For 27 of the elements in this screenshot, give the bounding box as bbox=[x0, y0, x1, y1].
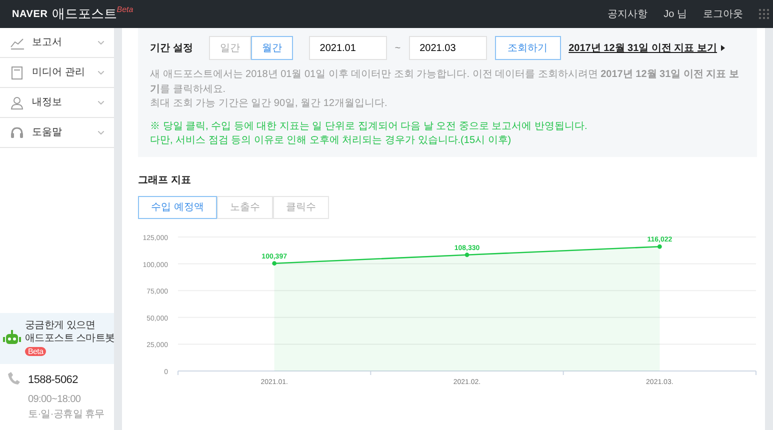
sidebar-label: 내정보 bbox=[32, 96, 62, 110]
alert-text: ※ 당일 클릭, 수입 등에 대한 지표는 일 단위로 집계되어 다음 날 오전 중으로 보고서에 반영됩니다. bbox=[150, 120, 588, 134]
sidebar-label: 미디어 관리 bbox=[32, 66, 85, 80]
notice-text: 새 애드포스트에서는 2018년 01월 01일 이후 데이터만 조회 가능합니다. 이전 데이터를 조회하시려면 2017년 12월 31일 이전 지표 보기를 클릭하세요. bbox=[150, 68, 740, 96]
section-title: 그래프 지표 bbox=[138, 174, 192, 188]
header-link[interactable]: Jo 님 bbox=[664, 6, 687, 22]
chatbot-text: 궁금한게 있으면 bbox=[25, 318, 96, 332]
sidebar-label: 도움말 bbox=[32, 126, 62, 140]
phone-number: 1588-5062 bbox=[28, 372, 79, 388]
beta-mark: Beta bbox=[116, 4, 134, 16]
start-date-field[interactable]: 2021.01 bbox=[308, 36, 387, 60]
notice-text: 최대 조회 가능 기간은 일간 90일, 월간 12개월입니다. bbox=[150, 97, 388, 111]
filter-label: 기간 설정 bbox=[150, 42, 193, 56]
logo-brand[interactable]: NAVER bbox=[12, 6, 48, 22]
logo-title[interactable]: 애드포스트 bbox=[52, 4, 117, 24]
end-date-field[interactable]: 2021.03 bbox=[408, 36, 487, 60]
header-link[interactable]: 로그아웃 bbox=[703, 6, 743, 22]
beta-badge: Beta bbox=[25, 346, 46, 356]
range-separator: ~ bbox=[394, 42, 401, 56]
header-link[interactable]: 공지사항 bbox=[608, 6, 648, 22]
closed-days: 토·일·공휴일 휴무 bbox=[28, 407, 104, 422]
legacy-report-link[interactable]: 2017년 12월 31일 이전 지표 보기 bbox=[568, 40, 718, 56]
service-hours: 09:00~18:00 bbox=[28, 393, 82, 407]
chatbot-banner[interactable]: 궁금한게 있으면 애드포스트 스마트봇 Beta bbox=[0, 312, 114, 364]
chatbot-name: 애드포스트 스마트봇 bbox=[25, 332, 115, 344]
alert-text: 다만, 서비스 점검 등의 이유로 인해 오후에 처리되는 경우가 있습니다.(15시 이후) bbox=[150, 134, 512, 148]
sidebar-label: 보고서 bbox=[32, 36, 62, 50]
